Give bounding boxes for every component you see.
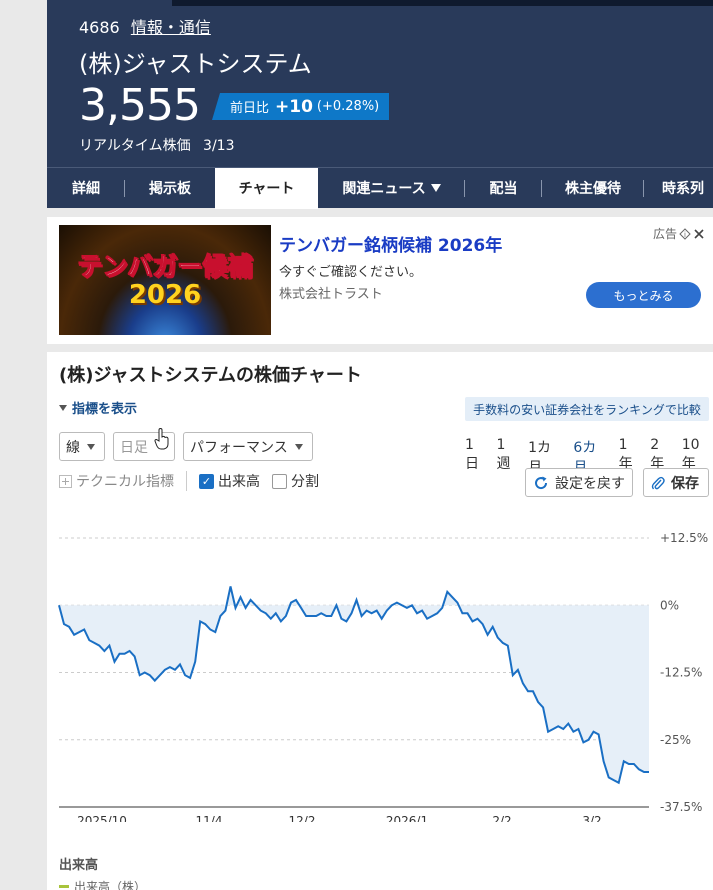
indicator-toggle[interactable]: 指標を表示 xyxy=(59,398,137,417)
triangle-down-icon xyxy=(59,404,67,411)
x-tick-label: 11/4 xyxy=(196,814,223,822)
y-tick-label: -25% xyxy=(660,733,691,747)
options-row: テクニカル指標 ✓ 出来高 分割 xyxy=(59,471,331,491)
x-tick-label: 2026/1 xyxy=(386,814,428,822)
info-icon[interactable]: i xyxy=(679,227,691,240)
plus-icon xyxy=(59,474,72,488)
chevron-down-icon xyxy=(87,443,95,450)
y-tick-label: +12.5% xyxy=(660,531,708,545)
ad-label: 広告 i xyxy=(653,225,705,242)
split-checkbox[interactable] xyxy=(272,473,287,489)
y-tick-label: 0% xyxy=(660,598,679,612)
x-axis-labels: 2025/10 11/4 12/2 2026/1 2/2 3/2 xyxy=(77,814,602,822)
reset-settings-button[interactable]: 設定を戻す xyxy=(525,468,633,497)
volume-legend: 出来高（株） xyxy=(59,878,146,890)
x-tick-label: 3/2 xyxy=(582,814,601,822)
divider xyxy=(186,471,187,491)
volume-title: 出来高 xyxy=(59,858,99,873)
display-mode-value: パフォーマンス xyxy=(190,439,288,456)
x-tick-label: 2025/10 xyxy=(77,814,127,822)
paperclip-icon xyxy=(651,476,665,489)
chart-section: (株)ジャストシステムの株価チャート 指標を表示 手数料の安い証券会社をランキン… xyxy=(47,352,713,890)
display-mode-select[interactable]: パフォーマンス xyxy=(183,432,313,461)
chevron-down-icon xyxy=(294,443,303,450)
y-tick-label: -12.5% xyxy=(660,666,702,680)
save-button[interactable]: 保存 xyxy=(643,468,709,497)
y-tick-label: -37.5% xyxy=(660,800,702,814)
tab-chart[interactable]: チャート xyxy=(215,167,318,209)
technical-indicator-button[interactable]: テクニカル指標 xyxy=(76,471,174,491)
ad-label-text: 広告 xyxy=(652,227,677,241)
tab-news-label: 関連ニュース xyxy=(342,181,426,197)
y-axis-labels: +12.5% 0% -12.5% -25% -37.5% xyxy=(660,531,708,814)
change-percent: (+0.28%) xyxy=(316,99,380,114)
ad-title[interactable]: テンバガー銘柄候補 2026年 xyxy=(279,231,502,256)
reset-settings-label: 設定を戻す xyxy=(555,475,625,492)
change-label: 前日比 xyxy=(230,101,270,116)
tab-board[interactable]: 掲示板 xyxy=(125,168,215,209)
ad-cta-button[interactable]: もっとみる xyxy=(586,282,701,308)
price-date: 3/13 xyxy=(203,138,235,154)
period-type-value: 日足 xyxy=(120,439,148,456)
ad-image-text-2: 2026 xyxy=(128,280,202,310)
company-name: (株)ジャストシステム xyxy=(79,50,312,78)
volume-checkbox[interactable]: ✓ xyxy=(199,473,214,489)
volume-swatch xyxy=(59,885,69,888)
ad-image-text-1: テンバガー候補 xyxy=(77,252,253,282)
tab-benefits[interactable]: 株主優待 xyxy=(542,168,644,209)
tab-news[interactable]: 関連ニュース xyxy=(318,168,465,209)
period-1d[interactable]: 1日 xyxy=(465,437,488,481)
x-tick-label: 2/2 xyxy=(492,814,511,822)
stock-tabs: 詳細 掲示板 チャート 関連ニュース 配当 株主優待 時系列 xyxy=(47,167,713,209)
tab-dividend[interactable]: 配当 xyxy=(465,168,542,209)
stock-code: 4686 xyxy=(79,18,120,37)
stock-code-line: 4686 情報・通信 xyxy=(79,14,211,38)
hand-cursor-icon xyxy=(154,428,169,450)
ad-sponsor: 株式会社トラスト xyxy=(279,287,383,302)
line-type-value: 線 xyxy=(66,439,80,456)
tab-history[interactable]: 時系列 xyxy=(644,168,713,209)
industry-link[interactable]: 情報・通信 xyxy=(131,18,211,37)
chart-section-title: (株)ジャストシステムの株価チャート xyxy=(59,365,362,386)
close-icon[interactable] xyxy=(693,228,705,240)
x-tick-label: 12/2 xyxy=(289,814,316,822)
split-checkbox-label[interactable]: 分割 xyxy=(291,471,319,491)
period-1w[interactable]: 1週 xyxy=(497,437,520,481)
left-gutter xyxy=(0,0,47,890)
save-label: 保存 xyxy=(671,475,699,492)
refresh-icon xyxy=(535,476,548,489)
svg-text:i: i xyxy=(684,231,686,239)
top-bar xyxy=(172,0,713,6)
price-chart[interactable]: +12.5% 0% -12.5% -25% -37.5% 2025/10 11/4 12/2… xyxy=(47,512,713,822)
ad-banner[interactable]: テンバガー候補 2026 テンバガー銘柄候補 2026年 今すぐご確認ください。… xyxy=(47,217,713,344)
broker-ranking-link[interactable]: 手数料の安い証券会社をランキングで比較 xyxy=(465,397,709,421)
change-value: +10 xyxy=(275,96,313,117)
price-change-badge: 前日比 +10 (+0.28%) xyxy=(212,93,390,120)
stock-price: 3,555 xyxy=(79,80,201,131)
realtime-label: リアルタイム株価 xyxy=(79,138,191,154)
line-type-select[interactable]: 線 xyxy=(59,432,105,461)
realtime-line: リアルタイム株価 3/13 xyxy=(79,135,235,155)
chart-area xyxy=(59,586,649,783)
indicator-toggle-label: 指標を表示 xyxy=(72,402,138,417)
volume-checkbox-label[interactable]: 出来高 xyxy=(218,471,260,491)
volume-legend-label: 出来高（株） xyxy=(74,880,147,890)
tab-detail[interactable]: 詳細 xyxy=(47,168,125,209)
ad-image[interactable]: テンバガー候補 2026 xyxy=(59,225,271,335)
ad-subtitle: 今すぐご確認ください。 xyxy=(279,265,423,280)
chevron-down-icon xyxy=(430,184,441,192)
